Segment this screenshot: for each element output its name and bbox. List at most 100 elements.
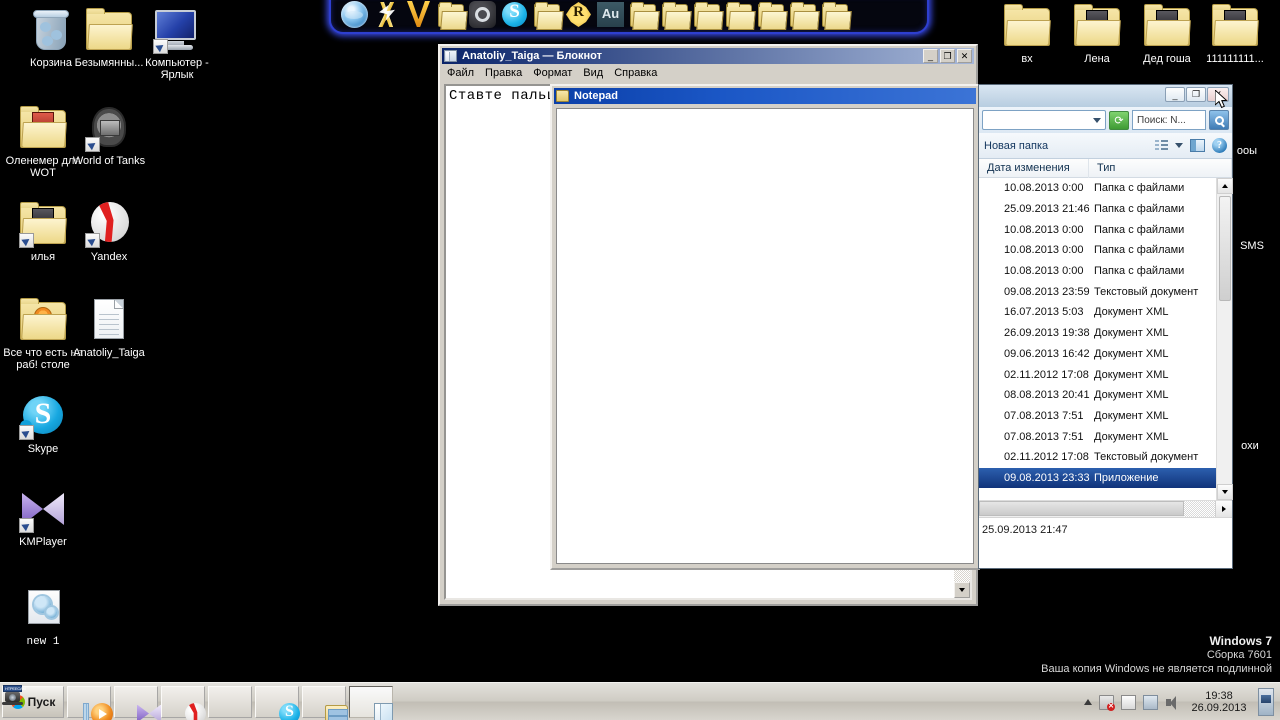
- dock-item-folder[interactable]: [435, 0, 466, 30]
- notepad-child-window[interactable]: Notepad: [550, 84, 980, 570]
- table-row[interactable]: 10.08.2013 0:00 Папка с файлами: [979, 261, 1232, 282]
- desktop-icon-kmplayer[interactable]: KMPlayer: [0, 485, 86, 548]
- dock-item-audition[interactable]: [595, 0, 626, 30]
- taskbar-clock[interactable]: 19:38 26.09.2013: [1187, 690, 1251, 714]
- taskbar-item-explorer-window[interactable]: [302, 685, 348, 720]
- show-hidden-icons-icon[interactable]: [1084, 699, 1092, 705]
- explorer-navigation-bar[interactable]: ⟳ Поиск: N...: [979, 107, 1232, 133]
- column-header-date[interactable]: Дата изменения: [979, 158, 1089, 178]
- dock-item-steam[interactable]: [467, 0, 498, 30]
- notepad-menu-item[interactable]: Формат: [533, 67, 572, 79]
- table-row[interactable]: 07.08.2013 7:51 Документ XML: [979, 426, 1232, 447]
- preview-pane-icon[interactable]: [1190, 139, 1205, 152]
- dock-item-folder[interactable]: [627, 0, 658, 30]
- table-row[interactable]: 09.06.2013 16:42 Документ XML: [979, 344, 1232, 365]
- explorer-maximize-button[interactable]: ❐: [1186, 87, 1206, 102]
- hscrollbar-thumb[interactable]: [979, 501, 1184, 516]
- maximize-button[interactable]: ❐: [940, 49, 955, 63]
- taskbar-item-webcam-app[interactable]: [2, 685, 252, 718]
- taskbar-buttons[interactable]: [2, 685, 396, 720]
- explorer-column-headers[interactable]: Дата изменения Тип: [979, 158, 1232, 178]
- column-header-type[interactable]: Тип: [1089, 158, 1232, 178]
- file-scroll-down-button[interactable]: [1217, 484, 1233, 500]
- dock-item-folder[interactable]: [531, 0, 562, 30]
- action-center-flag-icon[interactable]: [1121, 694, 1136, 710]
- file-scroll-up-button[interactable]: [1217, 178, 1233, 194]
- table-row[interactable]: 10.08.2013 0:00 Папка с файлами: [979, 240, 1232, 261]
- explorer-close-button[interactable]: ✕: [1207, 87, 1229, 102]
- hscrollbar-track[interactable]: [1184, 501, 1215, 517]
- explorer-command-bar[interactable]: Новая папка ?: [979, 133, 1232, 159]
- search-input[interactable]: Поиск: N...: [1132, 110, 1206, 130]
- refresh-button[interactable]: ⟳: [1109, 110, 1129, 130]
- view-chevron-down-icon[interactable]: [1175, 143, 1183, 148]
- taskbar[interactable]: Пуск ✕ 19:38 26.09.2013: [0, 682, 1280, 720]
- hscroll-right-button[interactable]: [1215, 501, 1232, 517]
- taskbar-item-kmplayer[interactable]: [114, 685, 161, 720]
- show-desktop-button[interactable]: [1258, 688, 1274, 716]
- help-icon[interactable]: ?: [1212, 138, 1227, 153]
- dock-item-skype[interactable]: [499, 0, 530, 30]
- desktop-icon-gear[interactable]: new 1: [0, 585, 86, 648]
- notepad-menu-bar[interactable]: Файл Правка Формат Вид Справка: [440, 64, 976, 81]
- notepad-child-title-bar[interactable]: Notepad: [554, 88, 976, 104]
- display-icon[interactable]: [1143, 694, 1158, 710]
- address-bar[interactable]: [982, 110, 1106, 130]
- notepad-child-body[interactable]: [556, 108, 974, 564]
- desktop-icon-skype[interactable]: Skype: [0, 392, 86, 455]
- explorer-minimize-button[interactable]: _: [1165, 87, 1185, 102]
- notepad-menu-item[interactable]: Вид: [583, 67, 603, 79]
- desktop-icon-wot[interactable]: World of Tanks: [66, 104, 152, 167]
- chevron-down-icon[interactable]: [1093, 117, 1101, 123]
- new-folder-button[interactable]: Новая папка: [984, 140, 1048, 152]
- taskbar-item-notepad-window[interactable]: [349, 685, 393, 720]
- file-list-vertical-scrollbar[interactable]: [1216, 178, 1233, 500]
- table-row[interactable]: 08.08.2013 20:41 Документ XML: [979, 385, 1232, 406]
- desktop-icon-computer[interactable]: Компьютер - Ярлык: [134, 6, 220, 81]
- close-button[interactable]: ✕: [957, 49, 972, 63]
- table-row[interactable]: 25.09.2013 21:46 Папка с файлами: [979, 199, 1232, 220]
- dock-item-r-game[interactable]: [563, 0, 594, 30]
- notepad-menu-item[interactable]: Справка: [614, 67, 657, 79]
- table-row[interactable]: 02.11.2012 17:08 Текстовый документ: [979, 447, 1232, 468]
- change-view-icon[interactable]: [1155, 139, 1168, 152]
- table-row[interactable]: 16.07.2013 5:03 Документ XML: [979, 302, 1232, 323]
- dock-item-folder[interactable]: [819, 0, 850, 30]
- network-icon[interactable]: ✕: [1099, 694, 1115, 711]
- top-dock-bar[interactable]: [329, 0, 929, 34]
- desktop-icon-textdoc[interactable]: Anatoliy_Taiga: [66, 296, 152, 359]
- dock-item-v-app[interactable]: [403, 0, 434, 30]
- table-row[interactable]: 09.08.2013 23:59 Текстовый документ: [979, 281, 1232, 302]
- dock-item-folder[interactable]: [723, 0, 754, 30]
- dock-item-folder[interactable]: [659, 0, 690, 30]
- explorer-title-bar[interactable]: _ ❐ ✕: [979, 85, 1232, 107]
- notepad-menu-item[interactable]: Правка: [485, 67, 522, 79]
- notepad-title-bar[interactable]: Anatoliy_Taiga — Блокнот _ ❐ ✕: [442, 48, 974, 64]
- table-row[interactable]: 10.08.2013 0:00 Папка с файлами: [979, 219, 1232, 240]
- taskbar-item-yandex-browser[interactable]: [161, 685, 206, 720]
- search-button[interactable]: [1209, 110, 1229, 130]
- notepad-menu-item[interactable]: Файл: [447, 67, 474, 79]
- system-tray[interactable]: ✕ 19:38 26.09.2013: [1080, 685, 1278, 719]
- table-row[interactable]: 07.08.2013 7:51 Документ XML: [979, 406, 1232, 427]
- volume-speaker-icon[interactable]: [1165, 695, 1180, 710]
- dock-item-folder[interactable]: [691, 0, 722, 30]
- taskbar-item-windows-media-player[interactable]: [67, 685, 113, 720]
- desktop-icon-folder-photo[interactable]: 111111111...: [1192, 2, 1278, 65]
- desktop-icon-yandex[interactable]: Yandex: [66, 200, 152, 263]
- dock-item-internet-globe[interactable]: [339, 0, 370, 30]
- file-list-horizontal-scrollbar[interactable]: [979, 500, 1232, 517]
- table-row[interactable]: 09.08.2013 23:33 Приложение: [979, 467, 1232, 489]
- dock-item-arrow-app[interactable]: [371, 0, 402, 30]
- table-row[interactable]: 26.09.2013 19:38 Документ XML: [979, 323, 1232, 344]
- table-row[interactable]: 02.11.2012 17:08 Документ XML: [979, 364, 1232, 385]
- scrollbar-thumb[interactable]: [1219, 196, 1231, 301]
- minimize-button[interactable]: _: [923, 49, 938, 63]
- scroll-down-button[interactable]: [954, 582, 970, 598]
- table-row[interactable]: 10.08.2013 0:00 Папка с файлами: [979, 178, 1232, 199]
- explorer-window[interactable]: _ ❐ ✕ ⟳ Поиск: N... Новая папка ? Дата и…: [978, 84, 1233, 569]
- dock-item-folder[interactable]: [755, 0, 786, 30]
- taskbar-item-skype[interactable]: [255, 685, 300, 720]
- dock-item-folder[interactable]: [787, 0, 818, 30]
- explorer-file-list[interactable]: 10.08.2013 0:00 Папка с файлами 25.09.201…: [979, 178, 1232, 500]
